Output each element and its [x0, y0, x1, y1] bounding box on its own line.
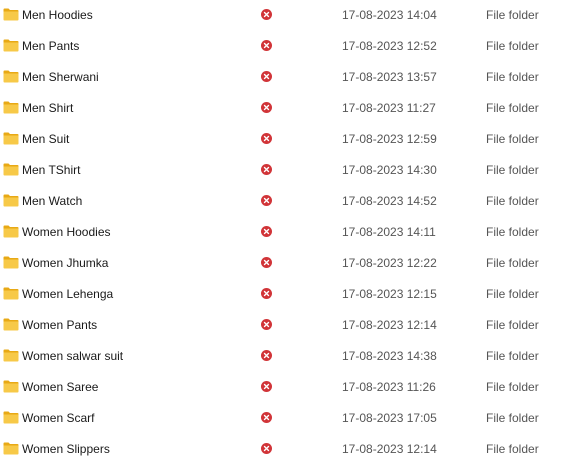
- file-name[interactable]: Women Saree: [22, 380, 98, 394]
- folder-icon: [3, 70, 19, 83]
- sync-error-icon: [261, 195, 272, 206]
- file-type: File folder: [486, 8, 539, 22]
- file-name[interactable]: Women Scarf: [22, 411, 94, 425]
- date-modified: 17-08-2023 12:14: [342, 318, 437, 332]
- sync-error-icon: [261, 71, 272, 82]
- folder-icon: [3, 380, 19, 393]
- file-row[interactable]: Women Saree 17-08-2023 11:26 File folder: [0, 372, 585, 403]
- sync-error-icon: [261, 443, 272, 454]
- file-row[interactable]: Women Lehenga 17-08-2023 12:15 File fold…: [0, 279, 585, 310]
- file-name[interactable]: Men Suit: [22, 132, 69, 146]
- date-modified: 17-08-2023 11:26: [342, 380, 436, 394]
- date-modified: 17-08-2023 14:52: [342, 194, 437, 208]
- file-type: File folder: [486, 101, 539, 115]
- folder-icon: [3, 411, 19, 424]
- date-modified: 17-08-2023 12:59: [342, 132, 437, 146]
- sync-error-icon: [261, 350, 272, 361]
- file-name[interactable]: Men TShirt: [22, 163, 80, 177]
- date-modified: 17-08-2023 12:52: [342, 39, 437, 53]
- folder-icon: [3, 287, 19, 300]
- file-name[interactable]: Women Slippers: [22, 442, 110, 456]
- folder-icon: [3, 132, 19, 145]
- sync-error-icon: [261, 164, 272, 175]
- date-modified: 17-08-2023 12:14: [342, 442, 437, 456]
- file-row[interactable]: Women Scarf 17-08-2023 17:05 File folder: [0, 403, 585, 434]
- file-row[interactable]: Men Suit 17-08-2023 12:59 File folder: [0, 124, 585, 155]
- sync-error-icon: [261, 102, 272, 113]
- sync-error-icon: [261, 381, 272, 392]
- file-type: File folder: [486, 411, 539, 425]
- sync-error-icon: [261, 133, 272, 144]
- file-type: File folder: [486, 225, 539, 239]
- date-modified: 17-08-2023 17:05: [342, 411, 437, 425]
- folder-icon: [3, 225, 19, 238]
- file-row[interactable]: Women Slippers 17-08-2023 12:14 File fol…: [0, 434, 585, 465]
- folder-icon: [3, 163, 19, 176]
- file-name[interactable]: Women Hoodies: [22, 225, 111, 239]
- file-row[interactable]: Men Shirt 17-08-2023 11:27 File folder: [0, 93, 585, 124]
- file-name[interactable]: Women Jhumka: [22, 256, 108, 270]
- date-modified: 17-08-2023 14:04: [342, 8, 437, 22]
- sync-error-icon: [261, 257, 272, 268]
- sync-error-icon: [261, 9, 272, 20]
- file-name[interactable]: Men Pants: [22, 39, 79, 53]
- file-name[interactable]: Men Watch: [22, 194, 82, 208]
- folder-icon: [3, 442, 19, 455]
- date-modified: 17-08-2023 14:11: [342, 225, 436, 239]
- file-row[interactable]: Women Pants 17-08-2023 12:14 File folder: [0, 310, 585, 341]
- file-row[interactable]: Men TShirt 17-08-2023 14:30 File folder: [0, 155, 585, 186]
- sync-error-icon: [261, 412, 272, 423]
- file-row[interactable]: Men Watch 17-08-2023 14:52 File folder: [0, 186, 585, 217]
- file-name[interactable]: Men Hoodies: [22, 8, 93, 22]
- folder-icon: [3, 318, 19, 331]
- date-modified: 17-08-2023 13:57: [342, 70, 437, 84]
- file-name[interactable]: Women Pants: [22, 318, 97, 332]
- file-row[interactable]: Women salwar suit 17-08-2023 14:38 File …: [0, 341, 585, 372]
- file-type: File folder: [486, 442, 539, 456]
- sync-error-icon: [261, 226, 272, 237]
- file-list: Men Hoodies 17-08-2023 14:04 File folder…: [0, 0, 585, 467]
- file-row[interactable]: Men Hoodies 17-08-2023 14:04 File folder: [0, 0, 585, 31]
- file-type: File folder: [486, 349, 539, 363]
- file-type: File folder: [486, 380, 539, 394]
- file-type: File folder: [486, 39, 539, 53]
- file-row[interactable]: Men Sherwani 17-08-2023 13:57 File folde…: [0, 62, 585, 93]
- file-type: File folder: [486, 287, 539, 301]
- folder-icon: [3, 39, 19, 52]
- file-type: File folder: [486, 163, 539, 177]
- sync-error-icon: [261, 288, 272, 299]
- file-name[interactable]: Men Shirt: [22, 101, 73, 115]
- date-modified: 17-08-2023 12:15: [342, 287, 437, 301]
- file-row[interactable]: Men Pants 17-08-2023 12:52 File folder: [0, 31, 585, 62]
- file-name[interactable]: Women salwar suit: [22, 349, 123, 363]
- date-modified: 17-08-2023 12:22: [342, 256, 437, 270]
- folder-icon: [3, 349, 19, 362]
- sync-error-icon: [261, 319, 272, 330]
- file-type: File folder: [486, 70, 539, 84]
- folder-icon: [3, 101, 19, 114]
- sync-error-icon: [261, 40, 272, 51]
- date-modified: 17-08-2023 11:27: [342, 101, 436, 115]
- date-modified: 17-08-2023 14:38: [342, 349, 437, 363]
- file-type: File folder: [486, 318, 539, 332]
- folder-icon: [3, 256, 19, 269]
- folder-icon: [3, 194, 19, 207]
- folder-icon: [3, 8, 19, 21]
- file-row[interactable]: Women Hoodies 17-08-2023 14:11 File fold…: [0, 217, 585, 248]
- file-name[interactable]: Women Lehenga: [22, 287, 113, 301]
- date-modified: 17-08-2023 14:30: [342, 163, 437, 177]
- file-type: File folder: [486, 256, 539, 270]
- file-name[interactable]: Men Sherwani: [22, 70, 99, 84]
- file-type: File folder: [486, 132, 539, 146]
- file-row[interactable]: Women Jhumka 17-08-2023 12:22 File folde…: [0, 248, 585, 279]
- file-type: File folder: [486, 194, 539, 208]
